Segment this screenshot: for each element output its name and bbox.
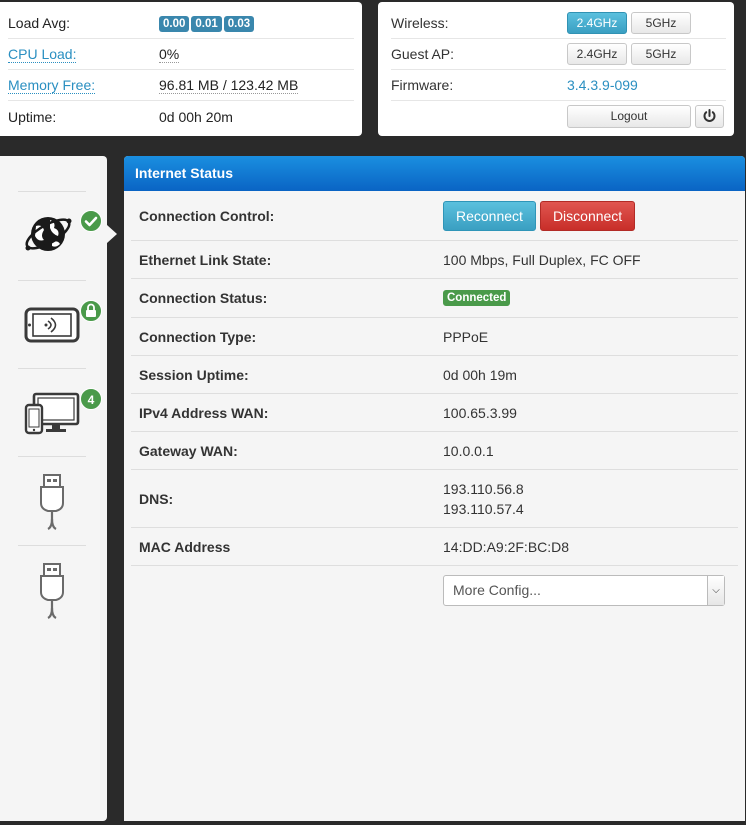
internet-status-panel: Internet Status Connection Control: Reco… [124,156,745,821]
device-sidebar: 4 [0,156,107,821]
connection-status-row: Connection Status: Connected [131,279,738,318]
firmware-link[interactable]: 3.4.3.9-099 [567,77,638,93]
gateway-wan-value: 10.0.0.1 [443,442,494,459]
mac-address-value: 14:DD:A9:2F:BC:D8 [443,538,570,555]
dns-label: DNS: [139,490,174,507]
ipv4-wan-label: IPv4 Address WAN: [139,404,269,421]
wireless-label: Wireless: [391,15,449,31]
wireless-24ghz-button[interactable]: 2.4GHz [567,12,627,34]
mac-address-row: MAC Address 14:DD:A9:2F:BC:D8 [131,528,738,566]
guest-24ghz-button[interactable]: 2.4GHz [567,43,627,65]
uptime-value: 0d 00h 20m [159,108,233,125]
dns-secondary: 193.110.57.4 [443,500,524,517]
connection-control-row: Connection Control: Reconnect Disconnect [131,191,738,241]
sidebar-item-wireless[interactable] [18,280,102,368]
client-count-badge: 4 [80,388,102,410]
dns-row: DNS: 193.110.56.8 193.110.57.4 [131,470,738,528]
power-button[interactable] [695,105,724,128]
load-avg-row: Load Avg: 0.00 0.01 0.03 [8,8,354,39]
uptime-row: Uptime: 0d 00h 20m [8,101,354,132]
session-uptime-value: 0d 00h 19m [443,366,517,383]
usb-icon [40,474,64,530]
ipv4-wan-row: IPv4 Address WAN: 100.65.3.99 [131,394,738,432]
sidebar-item-usb-1[interactable] [18,456,86,544]
selected-indicator-arrow [107,225,117,243]
wireless-panel: Wireless: 2.4GHz 5GHz Guest AP: 2.4GHz 5… [378,2,734,136]
ethernet-link-label: Ethernet Link State: [139,251,272,268]
cpu-load-value: 0% [159,45,180,63]
logout-button[interactable]: Logout [567,105,691,128]
connection-control-label: Connection Control: [139,207,275,224]
mac-address-label: MAC Address [139,538,231,555]
dns-primary: 193.110.56.8 [443,480,524,497]
power-icon [703,109,716,122]
cpu-load-link[interactable]: CPU Load: [8,46,77,63]
session-uptime-label: Session Uptime: [139,366,249,383]
memory-free-row: Memory Free: 96.81 MB / 123.42 MB [8,70,354,101]
devices-icon [24,392,80,435]
logout-row: Logout [391,101,726,132]
dns-values: 193.110.56.8 193.110.57.4 [443,479,524,519]
gateway-wan-label: Gateway WAN: [139,442,238,459]
connected-badge [80,210,102,232]
reconnect-button[interactable]: Reconnect [443,200,536,231]
session-uptime-row: Session Uptime: 0d 00h 19m [131,356,738,394]
ethernet-link-row: Ethernet Link State: 100 Mbps, Full Dupl… [131,241,738,279]
load-avg-5: 0.01 [191,16,222,32]
panel-title: Internet Status [124,156,745,191]
connection-status-label: Connection Status: [139,290,268,306]
memory-free-value: 96.81 MB / 123.42 MB [159,76,299,94]
load-avg-15: 0.03 [223,16,255,32]
status-table: Connection Control: Reconnect Disconnect … [124,191,745,606]
load-avg-values: 0.00 0.01 0.03 [159,14,256,32]
load-avg-1: 0.00 [159,16,190,32]
secured-badge [80,300,102,322]
check-icon [84,216,98,227]
connection-type-row: Connection Type: PPPoE [131,318,738,356]
chevron-down-icon[interactable]: ⌵ [707,576,724,605]
cpu-load-row: CPU Load: 0% [8,39,354,70]
firmware-label: Firmware: [391,77,454,93]
wireless-5ghz-button[interactable]: 5GHz [631,12,691,34]
memory-free-link[interactable]: Memory Free: [8,77,96,94]
sidebar-item-internet[interactable] [18,191,102,279]
status-badge: Connected [443,290,511,306]
wireless-row: Wireless: 2.4GHz 5GHz [391,8,726,39]
guest-ap-label: Guest AP: [391,46,455,62]
uptime-label: Uptime: [8,108,57,125]
firmware-row: Firmware: 3.4.3.9-099 [391,70,726,101]
load-avg-label: Load Avg: [8,15,71,31]
guest-ap-row: Guest AP: 2.4GHz 5GHz [391,39,726,70]
sidebar-item-clients[interactable]: 4 [18,368,102,456]
usb-icon [40,563,64,619]
tablet-wifi-icon [24,307,80,343]
ethernet-link-value: 100 Mbps, Full Duplex, FC OFF [443,251,641,268]
disconnect-button[interactable]: Disconnect [539,200,636,231]
ipv4-wan-value: 100.65.3.99 [443,404,517,421]
guest-5ghz-button[interactable]: 5GHz [631,43,691,65]
more-config-select[interactable]: More Config... ⌵ [443,575,725,606]
connection-type-label: Connection Type: [139,328,257,345]
sidebar-item-usb-2[interactable] [18,545,86,633]
connection-type-value: PPPoE [443,328,489,345]
globe-icon [25,217,72,251]
lock-icon [86,303,96,317]
system-info-panel: Load Avg: 0.00 0.01 0.03 CPU Load: 0% Memo… [0,2,362,136]
more-config-selected: More Config... [453,582,541,598]
gateway-wan-row: Gateway WAN: 10.0.0.1 [131,432,738,470]
